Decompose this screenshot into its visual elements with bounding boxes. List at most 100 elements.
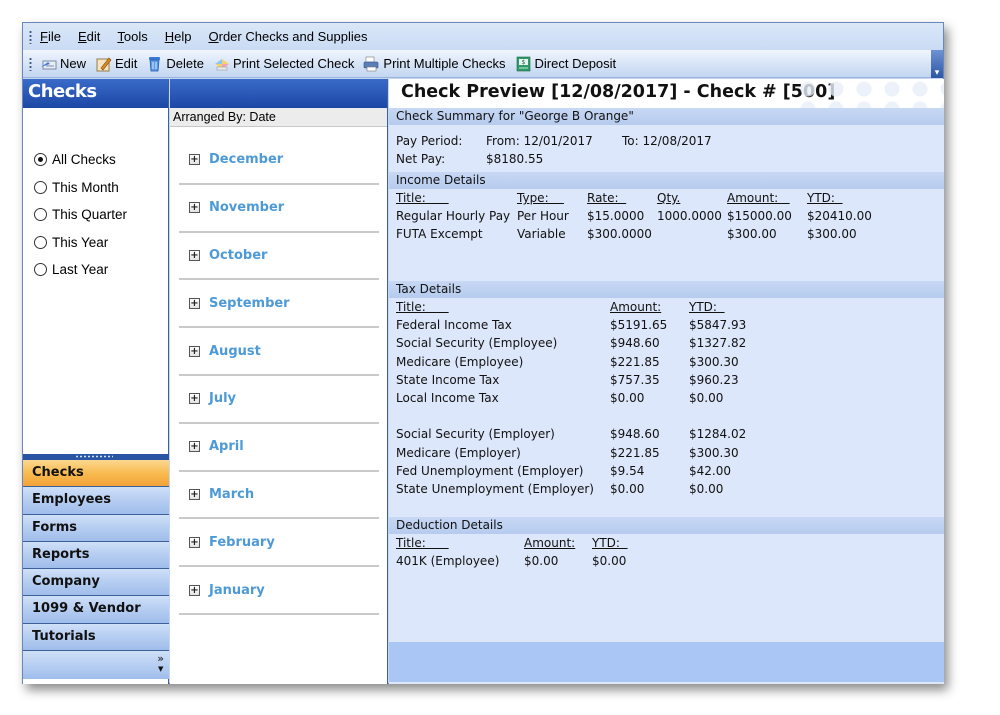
month-group-july[interactable]: + July (179, 376, 379, 424)
nav-checks[interactable]: Checks (23, 460, 169, 488)
trash-can-icon (146, 56, 163, 72)
pay-period-from: From: 12/01/2017 (486, 134, 593, 148)
nav-reports[interactable]: Reports (23, 541, 169, 570)
nav-footer: » ▼ (23, 651, 169, 680)
table-cell: Social Security (Employee) (396, 336, 558, 351)
expand-plus-icon[interactable]: + (189, 488, 200, 500)
table-cell: Federal Income Tax (396, 318, 512, 333)
table-cell: $20410.00 (807, 209, 872, 224)
menu-help[interactable]: Help (165, 29, 192, 44)
month-group-august[interactable]: + August (179, 328, 379, 376)
expand-plus-icon[interactable]: + (189, 249, 200, 261)
filter-all-checks[interactable]: All Checks (34, 146, 168, 174)
table-cell: $15.0000 (587, 209, 645, 224)
edit-button[interactable]: Edit (95, 56, 137, 72)
table-cell: Regular Hourly Pay (396, 209, 511, 224)
income-row: FUTA Excempt Variable $300.0000 $300.00 $300… (389, 226, 944, 244)
toolbar-overflow-button[interactable]: ▾ (931, 50, 943, 78)
month-group-december[interactable]: + December (179, 137, 379, 185)
tax-row: Fed Unemployment (Employer) $9.54 $42.00 (389, 463, 944, 481)
deduction-header-row: Title: Amount: YTD: (389, 535, 944, 553)
menu-edit-label: dit (86, 29, 101, 44)
app-window: File Edit Tools Help Order Checks and Su… (22, 22, 944, 684)
nav-1099-vendor[interactable]: 1099 & Vendor (23, 596, 169, 624)
table-cell: $300.30 (689, 354, 739, 369)
toolbar-grip-icon[interactable] (29, 56, 32, 71)
radio-icon[interactable] (34, 263, 47, 277)
menu-order-checks[interactable]: Order Checks and Supplies (208, 29, 367, 44)
column-header: Qty. (657, 191, 681, 205)
net-pay-value: $8180.55 (486, 152, 544, 167)
menu-edit[interactable]: Edit (78, 29, 100, 44)
table-cell: Per Hour (517, 209, 569, 224)
radio-icon[interactable] (34, 235, 47, 249)
print-multiple-checks-label: Print Multiple Checks (383, 56, 506, 71)
new-check-icon (40, 56, 57, 72)
income-details-header: Income Details (389, 172, 944, 189)
pay-period-row: Pay Period: From: 12/01/2017 To: 12/08/2… (389, 133, 944, 151)
nav-tutorials[interactable]: Tutorials (23, 623, 169, 652)
print-selected-check-button[interactable]: Print Selected Check (213, 56, 354, 72)
nav-forms[interactable]: Forms (23, 514, 169, 542)
print-multiple-checks-button[interactable]: Print Multiple Checks (363, 56, 506, 72)
printer-multiple-icon (363, 56, 380, 72)
direct-deposit-icon: $ (515, 56, 532, 72)
filter-label: Last Year (52, 262, 109, 278)
nav-company[interactable]: Company (23, 569, 169, 597)
menu-grip-icon[interactable] (29, 29, 32, 44)
column-header: YTD: (592, 536, 628, 550)
expand-plus-icon[interactable]: + (189, 584, 200, 596)
expand-plus-icon[interactable]: + (189, 202, 200, 214)
menu-file[interactable]: File (40, 29, 61, 44)
table-cell: $300.00 (727, 227, 777, 242)
filter-label: This Quarter (52, 207, 128, 223)
radio-icon-checked[interactable] (34, 153, 47, 167)
filter-this-month[interactable]: This Month (34, 174, 168, 202)
table-cell: $5191.65 (610, 318, 668, 333)
month-group-january[interactable]: + January (179, 567, 379, 615)
filter-this-quarter[interactable]: This Quarter (34, 201, 168, 229)
nav-employees[interactable]: Employees (23, 487, 169, 515)
table-cell: Social Security (Employer) (396, 427, 555, 442)
delete-button-label: Delete (166, 56, 204, 71)
menu-help-accel: H (164, 29, 175, 44)
tax-details-header: Tax Details (389, 281, 944, 298)
month-group-october[interactable]: + October (179, 233, 379, 281)
configure-buttons-icon[interactable]: » ▼ (157, 653, 164, 674)
table-cell: $1327.82 (689, 336, 747, 351)
direct-deposit-button[interactable]: $ Direct Deposit (515, 56, 616, 72)
month-group-march[interactable]: + March (179, 472, 379, 520)
month-label: November (209, 200, 285, 216)
tax-row: State Unemployment (Employer) $0.00 $0.00 (389, 481, 944, 499)
expand-plus-icon[interactable]: + (189, 393, 200, 405)
expand-plus-icon[interactable]: + (189, 345, 200, 357)
title-decoration (794, 79, 944, 108)
table-cell: Medicare (Employer) (396, 445, 521, 460)
month-label: September (209, 295, 290, 311)
deduction-row: 401K (Employee) $0.00 $0.00 (389, 553, 944, 571)
column-header: Amount: (727, 191, 790, 205)
month-group-february[interactable]: + February (179, 519, 379, 568)
month-label: August (209, 343, 261, 359)
arranged-by-header[interactable]: Arranged By: Date (170, 108, 387, 127)
expand-plus-icon[interactable]: + (189, 154, 200, 166)
menu-order-accel: O (208, 29, 219, 44)
expand-plus-icon[interactable]: + (189, 441, 200, 453)
column-header: YTD: (807, 191, 843, 205)
new-button[interactable]: New (40, 56, 86, 72)
new-button-label: New (60, 56, 87, 71)
radio-icon[interactable] (34, 208, 47, 222)
table-cell: $0.00 (689, 481, 724, 496)
expand-plus-icon[interactable]: + (189, 536, 200, 548)
radio-icon[interactable] (34, 180, 47, 194)
month-group-september[interactable]: + September (179, 280, 379, 329)
column-header: Amount: (610, 300, 662, 314)
delete-button[interactable]: Delete (146, 56, 204, 72)
month-group-november[interactable]: + November (179, 185, 379, 233)
month-group-april[interactable]: + April (179, 424, 379, 472)
net-pay-row: Net Pay: $8180.55 (389, 151, 944, 169)
filter-this-year[interactable]: This Year (34, 229, 168, 257)
expand-plus-icon[interactable]: + (189, 297, 200, 309)
menu-tools[interactable]: Tools (117, 29, 147, 44)
filter-last-year[interactable]: Last Year (34, 256, 168, 284)
